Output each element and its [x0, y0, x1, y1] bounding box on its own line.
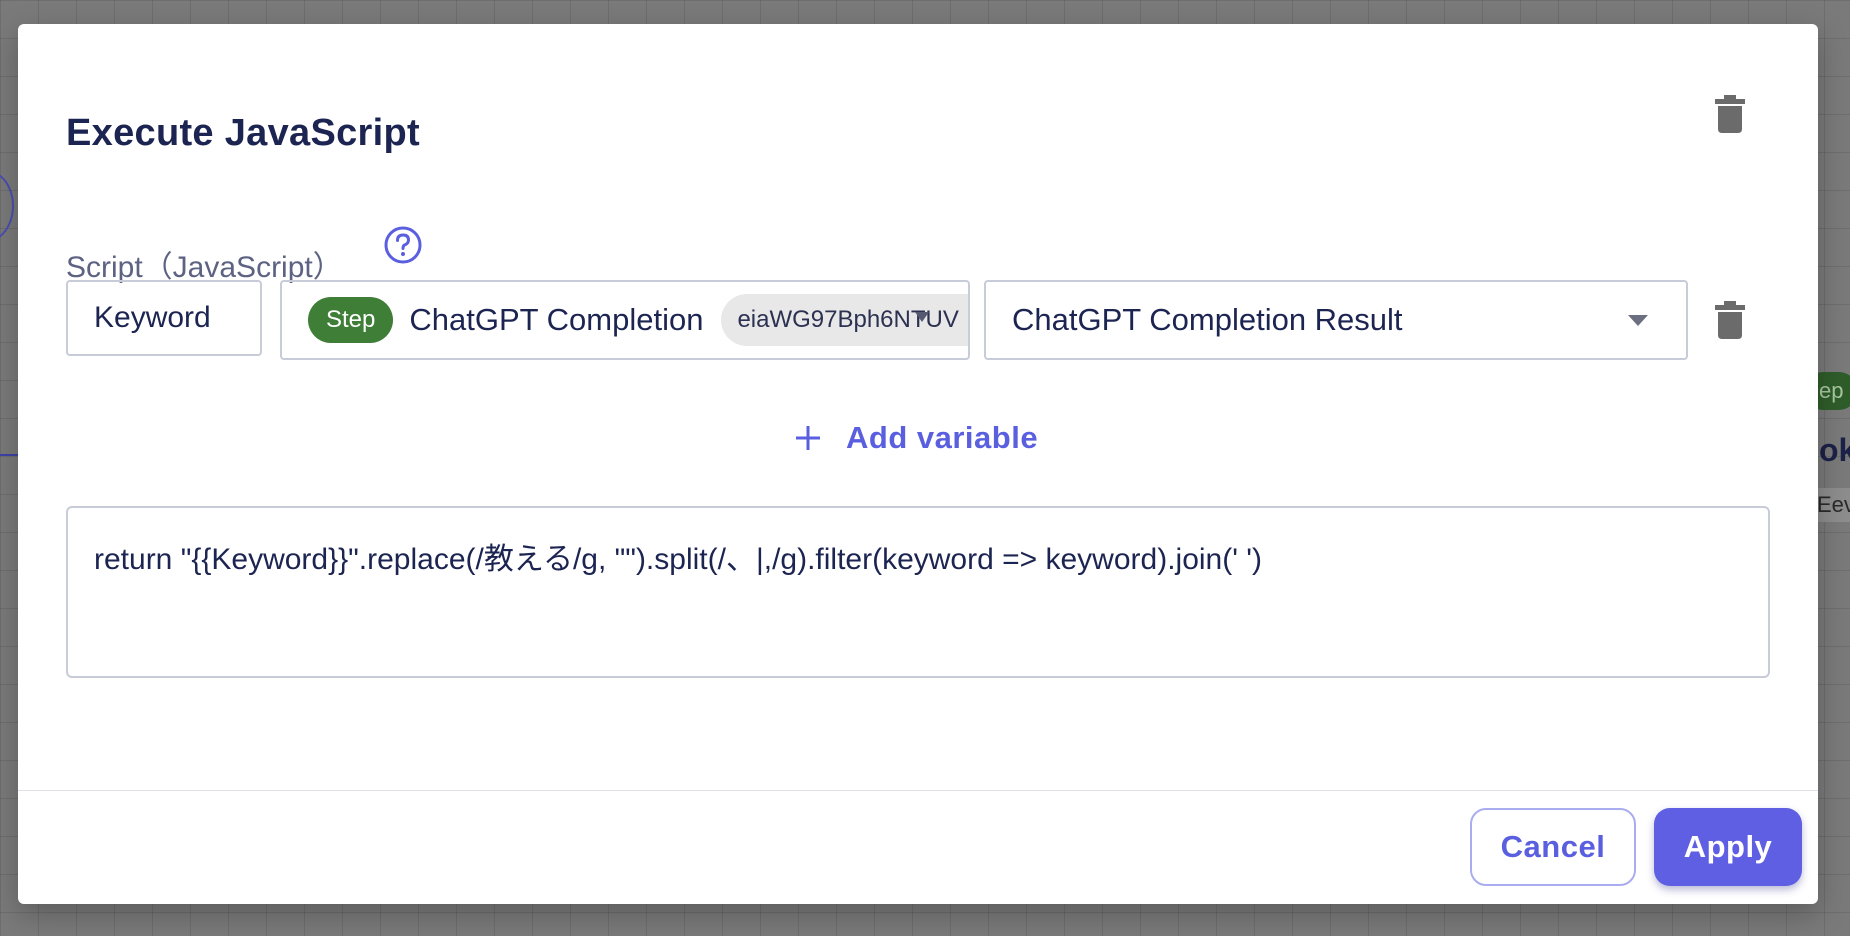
variable-source-select[interactable]: Step ChatGPT Completion eiaWG97Bph6NTUV — [280, 280, 970, 360]
cancel-button[interactable]: Cancel — [1470, 808, 1636, 886]
help-circle-icon[interactable] — [382, 224, 424, 266]
source-step-name: ChatGPT Completion — [409, 302, 704, 337]
footer-divider — [18, 790, 1818, 791]
apply-button[interactable]: Apply — [1654, 808, 1802, 886]
chevron-down-icon — [1628, 314, 1648, 326]
source-step-id-chip: eiaWG97Bph6NTUV — [721, 294, 968, 346]
trash-icon — [1715, 301, 1745, 339]
background-node — [0, 170, 14, 242]
variable-output-select[interactable]: ChatGPT Completion Result — [984, 280, 1688, 360]
execute-javascript-dialog: Execute JavaScript Script（JavaScript） Ke… — [18, 24, 1818, 904]
variable-name-input[interactable]: Keyword — [66, 280, 262, 356]
delete-variable-button[interactable] — [1706, 296, 1754, 344]
trash-icon — [1715, 95, 1745, 133]
dialog-title: Execute JavaScript — [66, 112, 420, 154]
chevron-down-icon — [915, 312, 930, 322]
add-variable-button[interactable]: Add variable — [794, 420, 1038, 456]
script-code-editor[interactable]: return "{{Keyword}}".replace(/教える/g, "")… — [66, 506, 1770, 678]
add-variable-label: Add variable — [846, 420, 1039, 455]
plus-icon — [796, 426, 820, 450]
delete-step-button[interactable] — [1706, 90, 1754, 138]
step-badge: Step — [308, 297, 394, 343]
background-step-title: ok — [1819, 432, 1850, 468]
background-edge — [0, 454, 20, 456]
variable-output-value: ChatGPT Completion Result — [1012, 302, 1403, 337]
